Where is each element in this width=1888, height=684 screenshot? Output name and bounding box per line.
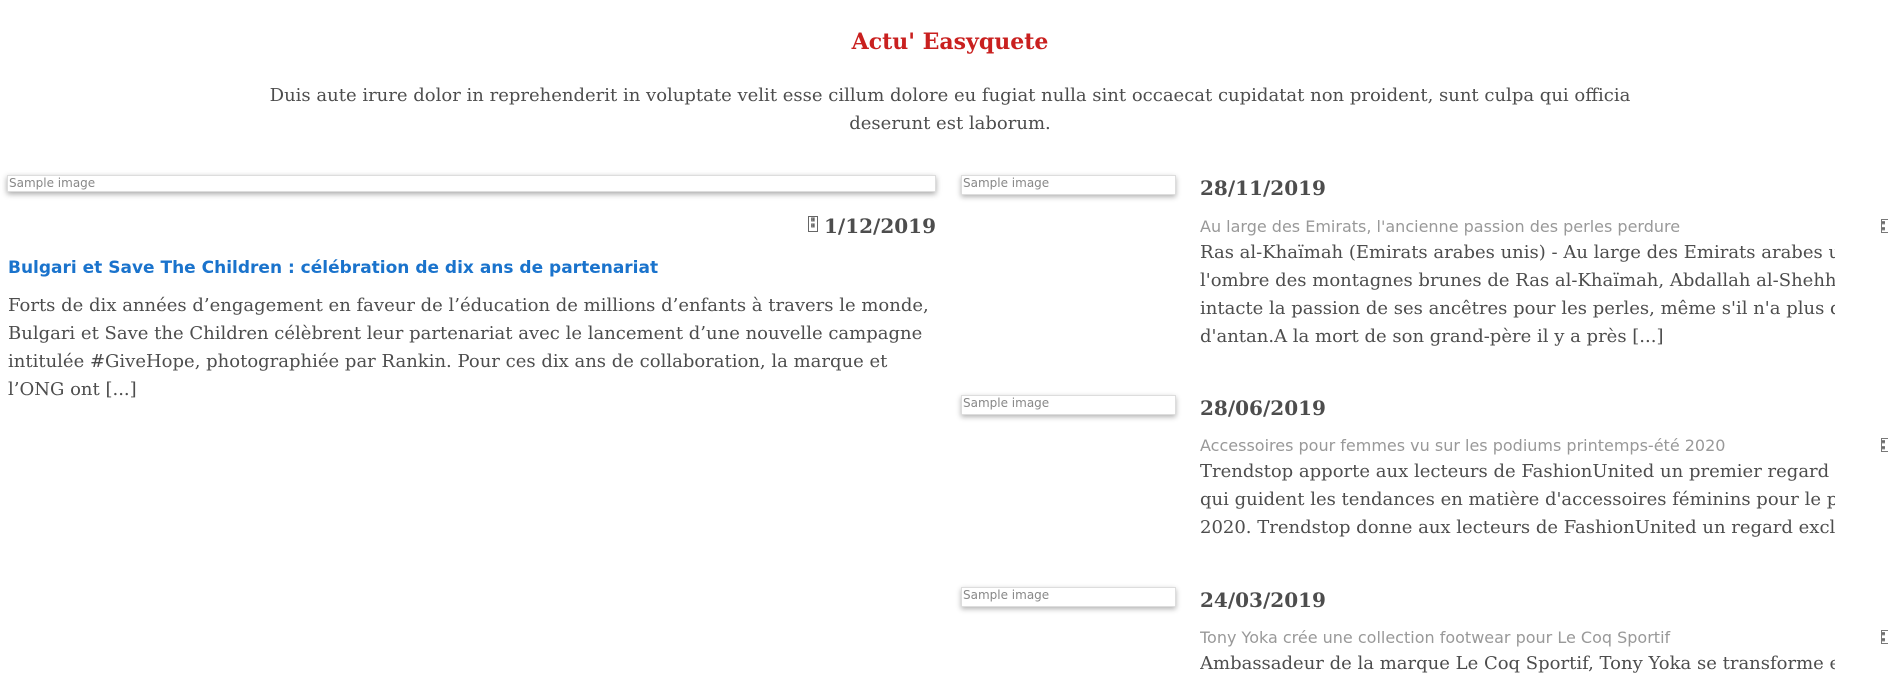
article-excerpt: Ras al-Khaïmah (Emirats arabes unis) - A… bbox=[1200, 239, 1835, 351]
featured-date: 1/12/2019 bbox=[823, 214, 936, 238]
featured-excerpt: Forts de dix années d’engagement en fave… bbox=[8, 295, 929, 400]
article-image[interactable]: Sample image bbox=[961, 395, 1176, 415]
article-image[interactable]: Sample image bbox=[961, 175, 1176, 195]
article-excerpt-text: Ras al-Khaïmah (Emirats arabes unis) - A… bbox=[1200, 242, 1835, 347]
calendar-icon: ▦ ▦ bbox=[1881, 438, 1888, 452]
calendar-icon: ▦ ▦ bbox=[1881, 219, 1888, 233]
article-excerpt: Trendstop apporte aux lecteurs de Fashio… bbox=[1200, 458, 1835, 542]
article-headline-link[interactable]: Au large des Emirats, l'ancienne passion… bbox=[1200, 217, 1790, 237]
calendar-icon: ▦ ▦ bbox=[1881, 630, 1888, 644]
article-date: 24/03/2019 bbox=[1200, 588, 1326, 612]
article-headline-link[interactable]: Accessoires pour femmes vu sur les podiu… bbox=[1200, 436, 1790, 456]
article-image[interactable]: Sample image bbox=[961, 587, 1176, 607]
page-title: Actu' Easyquete bbox=[851, 29, 1049, 55]
article-date: 28/06/2019 bbox=[1200, 396, 1326, 420]
calendar-icon: ▦ ▦ bbox=[807, 216, 818, 232]
article-image-alt: Sample image bbox=[963, 396, 1050, 410]
article-date: 28/11/2019 bbox=[1200, 176, 1326, 200]
article-headline-link[interactable]: Tony Yoka crée une collection footwear p… bbox=[1200, 628, 1790, 648]
intro-text: Duis aute irure dolor in reprehenderit i… bbox=[269, 85, 1631, 134]
featured-article-image[interactable]: Sample image bbox=[7, 175, 936, 192]
featured-image-alt: Sample image bbox=[9, 176, 96, 190]
article-excerpt-text: Trendstop apporte aux lecteurs de Fashio… bbox=[1200, 461, 1835, 538]
article-excerpt: Ambassadeur de la marque Le Coq Sportif,… bbox=[1200, 650, 1835, 684]
article-excerpt-text: Ambassadeur de la marque Le Coq Sportif,… bbox=[1200, 653, 1835, 674]
article-image-alt: Sample image bbox=[963, 176, 1050, 190]
article-image-alt: Sample image bbox=[963, 588, 1050, 602]
featured-date-row: ▦ ▦ 1/12/2019 bbox=[7, 214, 936, 238]
featured-headline-link[interactable]: Bulgari et Save The Children : célébrati… bbox=[8, 256, 937, 280]
